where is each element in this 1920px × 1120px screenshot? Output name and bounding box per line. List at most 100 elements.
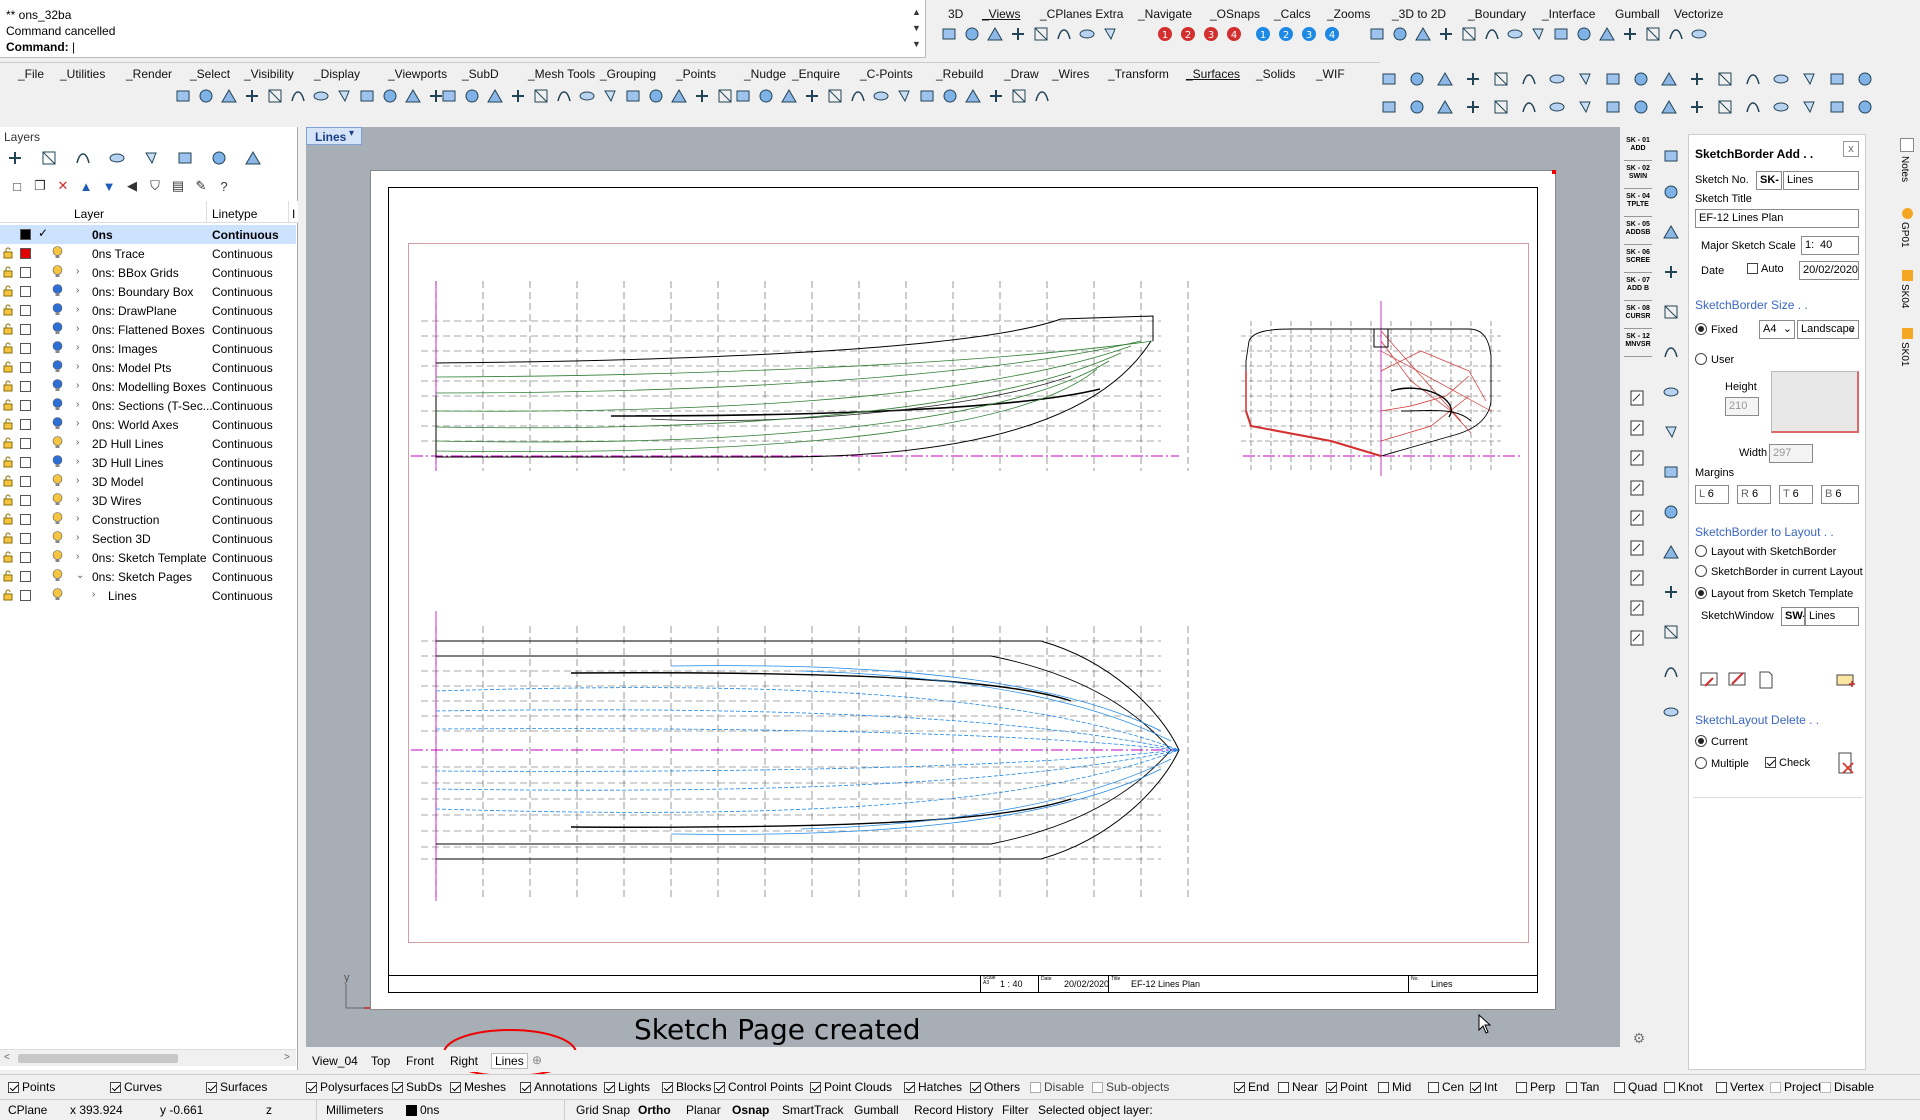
extra-column-header[interactable]: I bbox=[292, 207, 295, 221]
right-a-tool-10-icon[interactable] bbox=[1630, 68, 1652, 90]
lightbulb-icon[interactable] bbox=[52, 322, 63, 336]
text-tool-icon[interactable] bbox=[1660, 501, 1682, 523]
hand-icon[interactable] bbox=[1660, 661, 1682, 683]
color-wheel-icon[interactable] bbox=[38, 147, 60, 169]
layer-row[interactable]: › Section 3D Continuous bbox=[0, 529, 296, 548]
maintab-meshtools[interactable]: _Mesh Tools bbox=[528, 67, 595, 81]
filter-subds-checkbox[interactable]: SubDs bbox=[392, 1080, 442, 1094]
unlock-icon[interactable] bbox=[3, 342, 13, 354]
right-a-tool-18-icon[interactable] bbox=[1854, 68, 1876, 90]
right-a-tool-2-icon[interactable] bbox=[1406, 68, 1428, 90]
osnap-end-checkbox[interactable]: End bbox=[1234, 1080, 1269, 1094]
sketch-tool-2-button[interactable]: SK - 02 SWIN bbox=[1624, 165, 1652, 189]
right-b-tool-5-icon[interactable] bbox=[1490, 96, 1512, 118]
filter-icon[interactable]: ⛉ bbox=[144, 175, 166, 197]
layer-linetype[interactable]: Continuous bbox=[212, 342, 273, 356]
expand-arrow-icon[interactable]: › bbox=[76, 342, 79, 353]
right-a-tool-12-icon[interactable] bbox=[1686, 68, 1708, 90]
main-tool-4-icon[interactable] bbox=[241, 85, 263, 107]
folder-icon[interactable] bbox=[208, 147, 230, 169]
margin-l-input[interactable]: L 6 bbox=[1695, 485, 1729, 504]
wrench-icon[interactable] bbox=[1660, 581, 1682, 603]
expand-arrow-icon[interactable]: › bbox=[76, 266, 79, 277]
tab-calcs[interactable]: _Calcs bbox=[1274, 7, 1311, 21]
layer-row[interactable]: ✓ 0ns Continuous bbox=[0, 225, 296, 244]
right-a-tool-13-icon[interactable] bbox=[1714, 68, 1736, 90]
main-b-tool-2-icon[interactable] bbox=[461, 85, 483, 107]
view-preset-8-icon[interactable]: 4 bbox=[1321, 23, 1343, 45]
unlock-icon[interactable] bbox=[3, 513, 13, 525]
layer-row[interactable]: 0ns Trace Continuous bbox=[0, 244, 296, 263]
layer-color-swatch[interactable] bbox=[20, 229, 31, 240]
expand-arrow-icon[interactable]: › bbox=[76, 304, 79, 315]
lightbulb-icon[interactable] bbox=[52, 398, 63, 412]
main-b-tool-6-icon[interactable] bbox=[553, 85, 575, 107]
views-extra-tool-1-icon[interactable] bbox=[1366, 23, 1388, 45]
right-a-tool-9-icon[interactable] bbox=[1602, 68, 1624, 90]
tab-3d-to-2d[interactable]: _3D to 2D bbox=[1392, 7, 1446, 21]
main-tool-6-icon[interactable] bbox=[287, 85, 309, 107]
collapse-arrow-icon[interactable]: ⌄ bbox=[76, 570, 84, 581]
main-tool-8-icon[interactable] bbox=[333, 85, 355, 107]
curve-icon[interactable] bbox=[1660, 301, 1682, 323]
layer-color-swatch[interactable] bbox=[20, 267, 31, 278]
margin-b-input[interactable]: B 6 bbox=[1821, 485, 1859, 504]
layer-row[interactable]: › 0ns: DrawPlane Continuous bbox=[0, 301, 296, 320]
views-tool-3-icon[interactable] bbox=[984, 23, 1006, 45]
close-icon[interactable]: x bbox=[1843, 141, 1859, 157]
lightbulb-icon[interactable] bbox=[52, 531, 63, 545]
osnap-disable-checkbox[interactable]: Disable bbox=[1820, 1080, 1874, 1094]
main-tool-7-icon[interactable] bbox=[310, 85, 332, 107]
expand-arrow-icon[interactable]: › bbox=[76, 418, 79, 429]
lightbulb-icon[interactable] bbox=[52, 455, 63, 469]
layer-linetype[interactable]: Continuous bbox=[212, 380, 273, 394]
tab-vectorize[interactable]: Vectorize bbox=[1674, 7, 1723, 21]
right-b-tool-14-icon[interactable] bbox=[1742, 96, 1764, 118]
right-a-tool-4-icon[interactable] bbox=[1462, 68, 1484, 90]
right-b-tool-15-icon[interactable] bbox=[1770, 96, 1792, 118]
expand-arrow-icon[interactable]: › bbox=[92, 589, 95, 600]
views-tool-6-icon[interactable] bbox=[1053, 23, 1075, 45]
osnap-near-checkbox[interactable]: Near bbox=[1278, 1080, 1318, 1094]
views-extra-tool-4-icon[interactable] bbox=[1435, 23, 1457, 45]
height-input[interactable]: 210 bbox=[1725, 397, 1759, 416]
layer-color-swatch[interactable] bbox=[20, 571, 31, 582]
command-scrollbar[interactable]: ▲ ▼ ▼ bbox=[910, 4, 923, 56]
view-preset-7-icon[interactable]: 3 bbox=[1298, 23, 1320, 45]
layer-linetype[interactable]: Continuous bbox=[212, 285, 273, 299]
unlock-icon[interactable] bbox=[3, 266, 13, 278]
delete-layout-icon[interactable] bbox=[1835, 751, 1857, 775]
gp01-icon[interactable] bbox=[1902, 208, 1913, 219]
expand-arrow-icon[interactable]: › bbox=[76, 361, 79, 372]
right-a-tool-8-icon[interactable] bbox=[1574, 68, 1596, 90]
new-layer-icon[interactable]: □ bbox=[6, 175, 28, 197]
layer-row[interactable]: › 0ns: Sections (T-Sec... Continuous bbox=[0, 396, 296, 415]
right-a-tool-6-icon[interactable] bbox=[1518, 68, 1540, 90]
view-preset-1-icon[interactable]: 1 bbox=[1154, 23, 1176, 45]
settings-gear-icon[interactable]: ⚙ bbox=[1628, 1027, 1650, 1049]
filter-polysurfaces-checkbox[interactable]: Polysurfaces bbox=[306, 1080, 389, 1094]
main-c-tool-5-icon[interactable] bbox=[824, 85, 846, 107]
views-tool-1-icon[interactable] bbox=[938, 23, 960, 45]
cplane-label[interactable]: CPlane bbox=[8, 1103, 47, 1117]
expand-arrow-icon[interactable]: › bbox=[76, 456, 79, 467]
views-extra-tool-6-icon[interactable] bbox=[1481, 23, 1503, 45]
sketch-aux-2-icon[interactable] bbox=[1626, 417, 1648, 439]
side-tab-sk01[interactable]: SK01 bbox=[1899, 342, 1910, 366]
view-preset-3-icon[interactable]: 3 bbox=[1200, 23, 1222, 45]
main-c-tool-13-icon[interactable] bbox=[1008, 85, 1030, 107]
views-tool-5-icon[interactable] bbox=[1030, 23, 1052, 45]
tab-cplanes-extra[interactable]: _CPlanes Extra bbox=[1040, 7, 1123, 21]
right-a-tool-5-icon[interactable] bbox=[1490, 68, 1512, 90]
tab-gumball[interactable]: Gumball bbox=[1615, 7, 1660, 21]
right-b-tool-4-icon[interactable] bbox=[1462, 96, 1484, 118]
layer-row[interactable]: › 3D Hull Lines Continuous bbox=[0, 453, 296, 472]
layer-linetype[interactable]: Continuous bbox=[212, 570, 273, 584]
new-sublayer-icon[interactable]: ❐ bbox=[29, 175, 51, 197]
filter-disable-checkbox[interactable]: Disable bbox=[1030, 1080, 1084, 1094]
expand-arrow-icon[interactable]: › bbox=[76, 513, 79, 524]
new-page-icon[interactable] bbox=[1755, 670, 1777, 690]
main-b-tool-1-icon[interactable] bbox=[438, 85, 460, 107]
layer-row[interactable]: › 0ns: Boundary Box Continuous bbox=[0, 282, 296, 301]
filter-surfaces-checkbox[interactable]: Surfaces bbox=[206, 1080, 267, 1094]
